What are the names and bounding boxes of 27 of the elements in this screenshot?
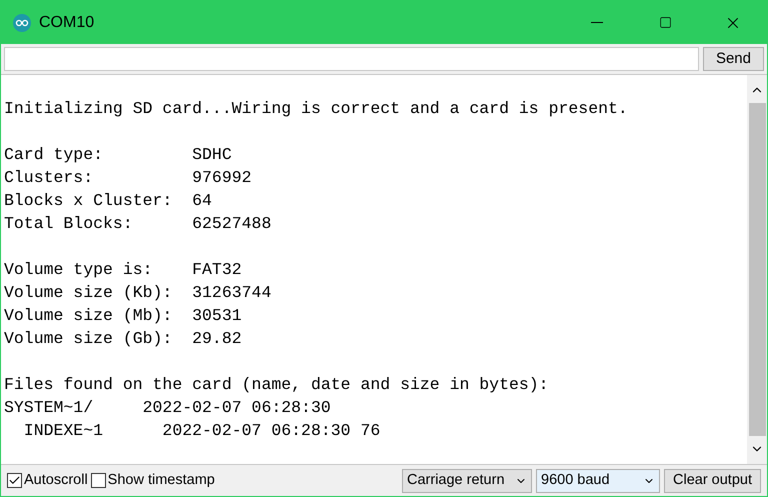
- checkbox[interactable]: [90, 473, 106, 488]
- scrollbar[interactable]: [747, 75, 767, 464]
- checkbox[interactable]: [7, 473, 22, 488]
- checkbox-label: Autoscroll: [24, 470, 88, 490]
- window-title: COM10: [39, 12, 94, 32]
- minimize-icon: [591, 22, 603, 23]
- scrollbar-thumb[interactable]: [748, 103, 766, 436]
- output-line: Files found on the card (name, date and size in bytes):: [4, 374, 549, 396]
- output-line: INDEXE~1 2022-02-07 06:28:30 76: [22, 420, 380, 442]
- maximize-icon: [658, 16, 672, 29]
- output-line: Clusters: 976992: [4, 167, 252, 189]
- output-line: Volume size (Gb): 29.82: [4, 328, 242, 350]
- line-ending-dropdown[interactable]: Carriage return: [402, 468, 532, 492]
- input-field[interactable]: [4, 47, 699, 71]
- output-line: Card type: SDHC: [4, 144, 232, 166]
- checkbox-label: Show timestamp: [108, 470, 215, 490]
- output-line: Total Blocks: 62527488: [4, 213, 272, 235]
- output-line: Volume type is: FAT32: [4, 259, 242, 281]
- clear-output-button[interactable]: Clear output: [664, 468, 761, 492]
- output-line: Initializing SD card...Wiring is correct and a card is present.: [4, 98, 628, 120]
- send-button[interactable]: Send: [702, 47, 764, 71]
- output-line: Blocks x Cluster: 64: [4, 190, 212, 212]
- baud-rate-dropdown[interactable]: 9600 baud: [536, 468, 660, 492]
- output-line: SYSTEM~1/ 2022-02-07 06:28:30: [4, 397, 331, 419]
- app-logo-icon: [13, 14, 31, 32]
- output-line: Volume size (Kb): 31263744: [4, 282, 272, 304]
- output-line: Volume size (Mb): 30531: [4, 305, 242, 327]
